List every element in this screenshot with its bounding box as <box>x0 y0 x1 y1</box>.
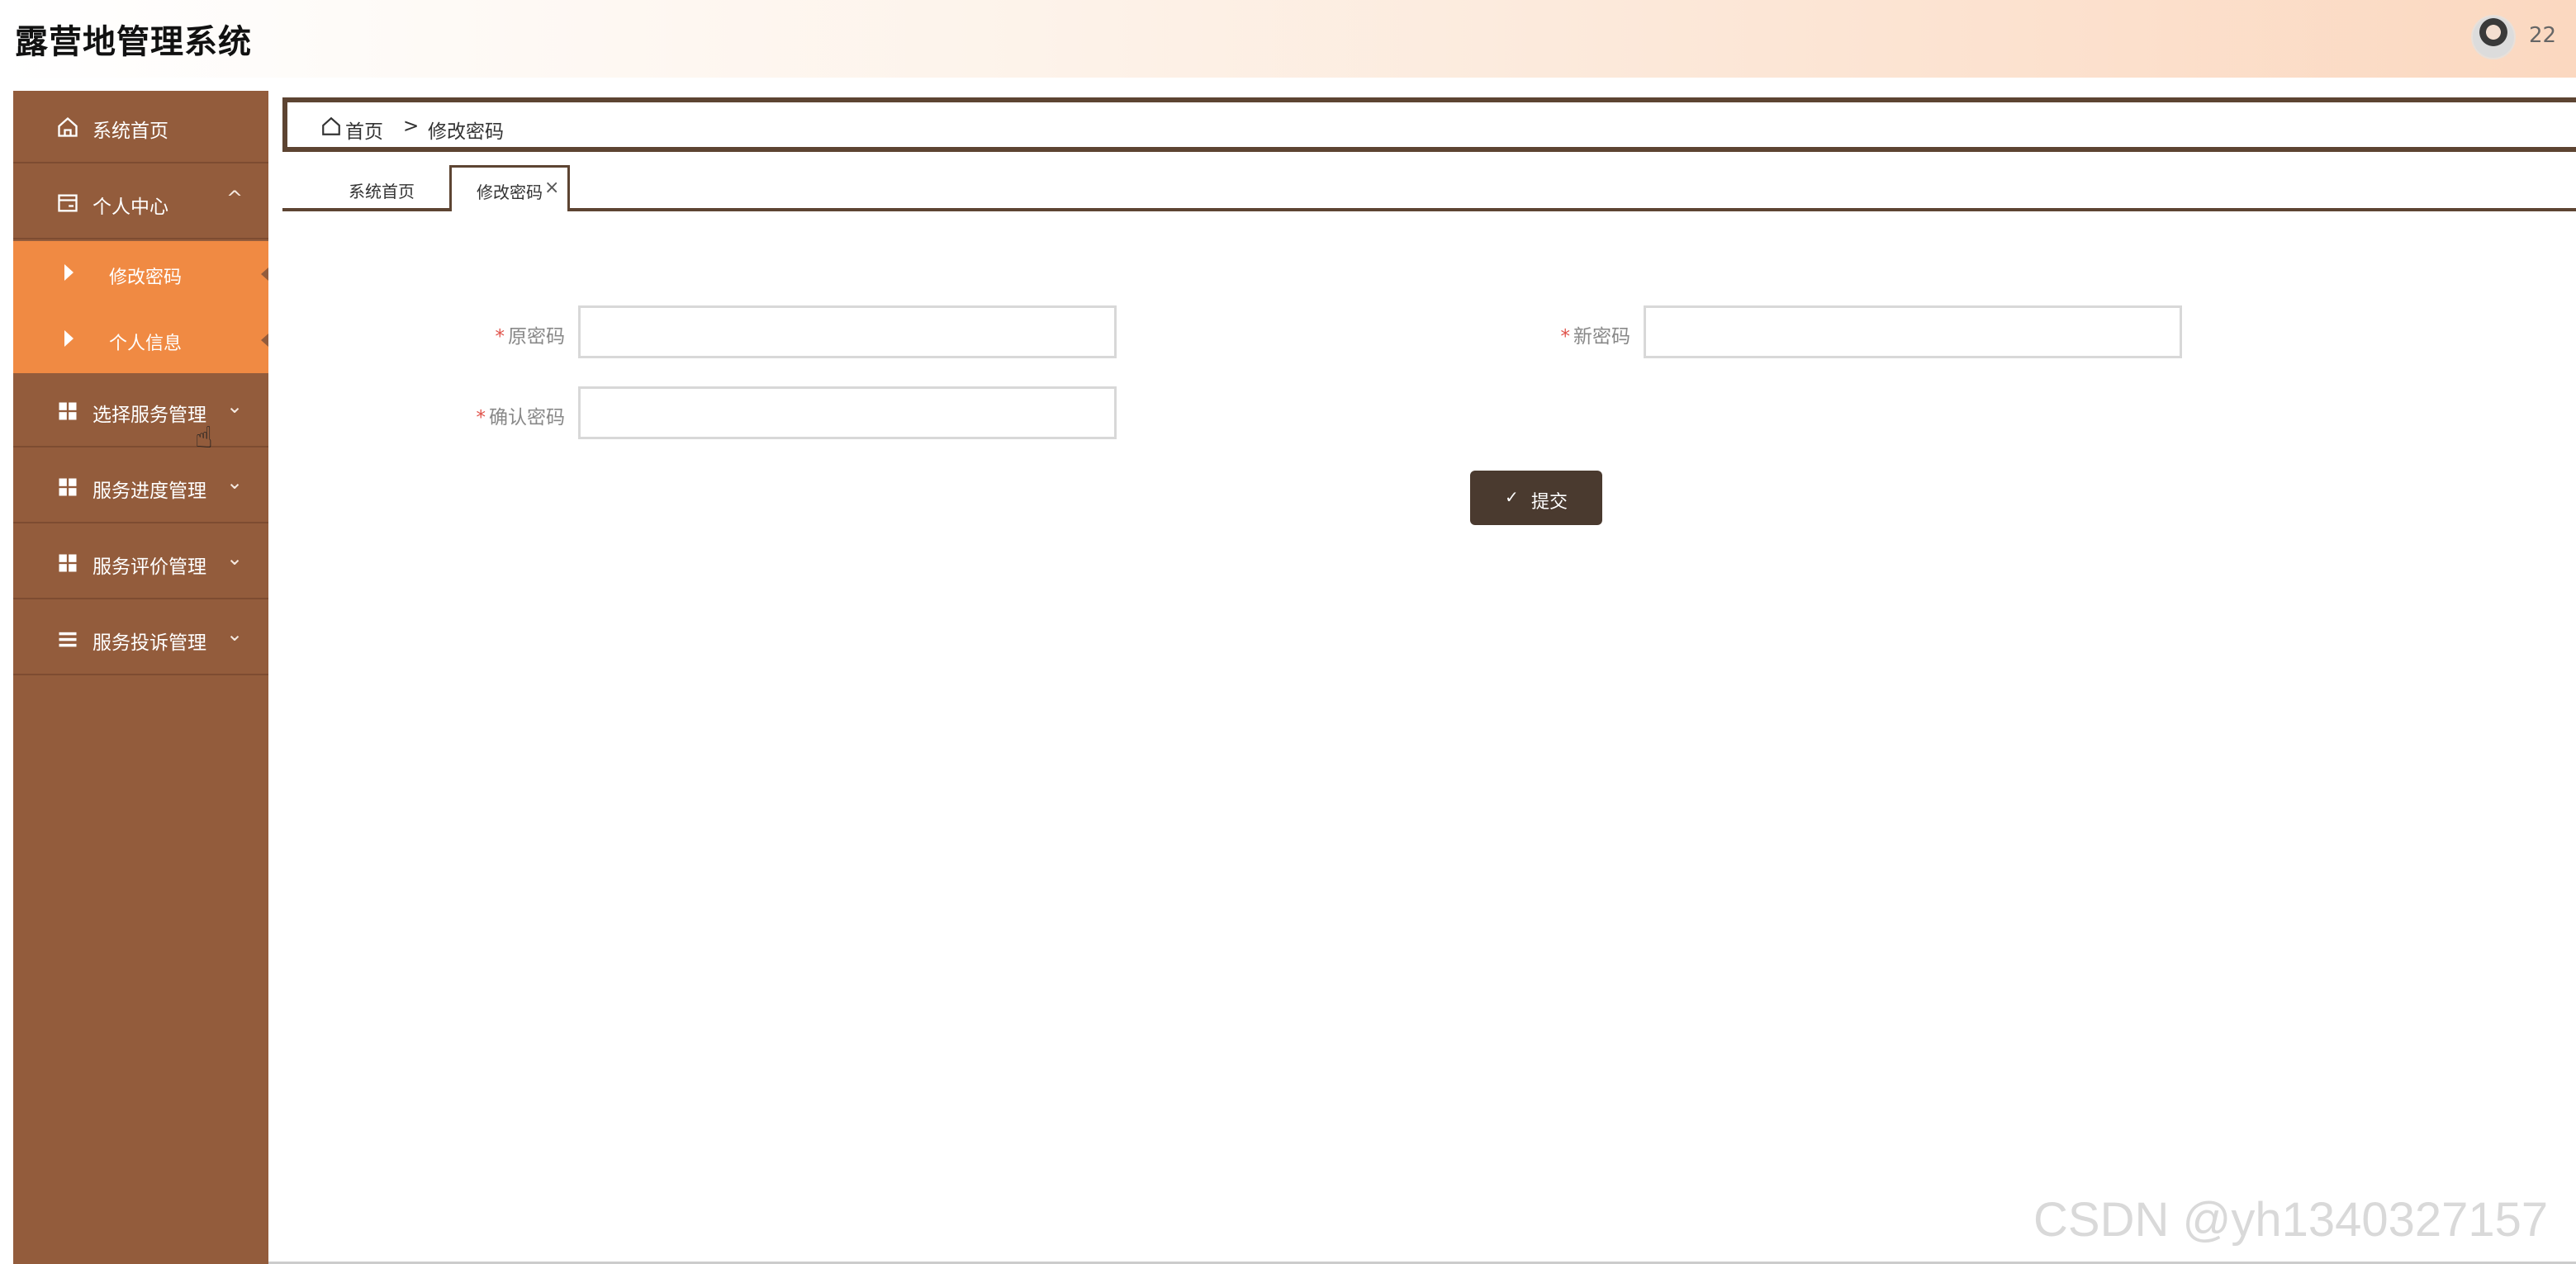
active-indicator <box>261 334 268 347</box>
caret-right-icon <box>64 330 74 347</box>
card-icon <box>58 194 78 212</box>
confirm-password-input[interactable] <box>578 386 1117 439</box>
breadcrumb: 首页 > 修改密码 <box>282 97 2576 152</box>
home-icon <box>322 116 340 135</box>
old-password-input[interactable] <box>578 305 1117 358</box>
label-text: 确认密码 <box>489 407 565 428</box>
chevron-down-icon: ⌄ <box>226 623 244 646</box>
chevron-up-icon: ^ <box>226 187 244 210</box>
app-title: 露营地管理系统 <box>15 23 252 61</box>
sidebar-item-service-progress[interactable]: 服务进度管理 ⌄ <box>13 451 268 523</box>
sidebar-subitem-label: 个人信息 <box>109 334 183 354</box>
required-mark: * <box>476 407 486 428</box>
sidebar-item-label: 选择服务管理 <box>93 405 206 426</box>
breadcrumb-current: 修改密码 <box>428 121 504 143</box>
required-mark: * <box>495 326 505 348</box>
list-icon <box>59 632 77 647</box>
chevron-down-icon: ⌄ <box>226 395 244 418</box>
old-password-label: * 原密码 <box>463 320 566 348</box>
breadcrumb-separator: > <box>403 116 420 137</box>
home-icon <box>58 116 78 137</box>
label-text: 新密码 <box>1573 326 1630 348</box>
check-icon: ✓ <box>1505 489 1519 507</box>
new-password-input[interactable] <box>1644 305 2182 358</box>
required-mark: * <box>1560 326 1571 348</box>
close-icon[interactable]: × <box>544 178 559 198</box>
user-name[interactable]: 22 <box>2529 23 2556 48</box>
sidebar-item-label: 服务评价管理 <box>93 556 206 578</box>
tab-label: 修改密码 <box>477 182 543 202</box>
grid-icon <box>59 478 77 496</box>
sidebar-item-service-review[interactable]: 服务评价管理 ⌄ <box>13 527 268 599</box>
sidebar-item-label: 个人中心 <box>93 196 168 218</box>
tabs-bar: 系统首页 修改密码 × <box>282 165 2576 211</box>
label-text: 原密码 <box>508 326 565 348</box>
tab-label: 系统首页 <box>349 182 415 201</box>
hand-cursor-icon: ☝ <box>195 421 213 455</box>
tab-change-password[interactable]: 修改密码 × <box>449 165 570 211</box>
sidebar-item-service-complaint[interactable]: 服务投诉管理 ⌄ <box>13 603 268 675</box>
active-indicator <box>261 267 268 281</box>
confirm-password-label: * 确认密码 <box>446 401 566 429</box>
sidebar-subitem-change-password[interactable]: 修改密码 <box>13 241 268 307</box>
submit-label: 提交 <box>1531 491 1568 512</box>
sidebar-item-label: 服务投诉管理 <box>93 632 206 654</box>
breadcrumb-home[interactable]: 首页 <box>345 116 383 144</box>
chevron-down-icon: ⌄ <box>226 471 244 494</box>
sidebar-item-label: 系统首页 <box>93 121 168 142</box>
sidebar-subitem-label: 修改密码 <box>109 267 183 288</box>
sidebar-subitem-personal-info[interactable]: 个人信息 <box>13 307 268 373</box>
sidebar-item-home[interactable]: 系统首页 <box>13 91 268 163</box>
sidebar-item-select-service[interactable]: 选择服务管理 ⌄ <box>13 375 268 447</box>
grid-icon <box>59 402 77 420</box>
sidebar-item-label: 服务进度管理 <box>93 481 206 502</box>
chevron-down-icon: ⌄ <box>226 547 244 570</box>
tab-home[interactable]: 系统首页 <box>315 165 423 208</box>
sidebar-item-personal-center[interactable]: 个人中心 ^ <box>13 167 268 239</box>
top-header: 露营地管理系统 22 <box>0 0 2576 78</box>
user-avatar[interactable] <box>2471 15 2516 59</box>
sidebar: 系统首页 个人中心 ^ 修改密码 个人信息 选择服务管理 ⌄ 服务进度管理 ⌄ … <box>13 91 268 1264</box>
watermark: CSDN @yh1340327157 <box>2033 1193 2549 1247</box>
grid-icon <box>59 554 77 572</box>
caret-right-icon <box>64 264 74 281</box>
new-password-label: * 新密码 <box>1528 320 1631 348</box>
submit-button[interactable]: ✓ 提交 <box>1470 471 1602 525</box>
